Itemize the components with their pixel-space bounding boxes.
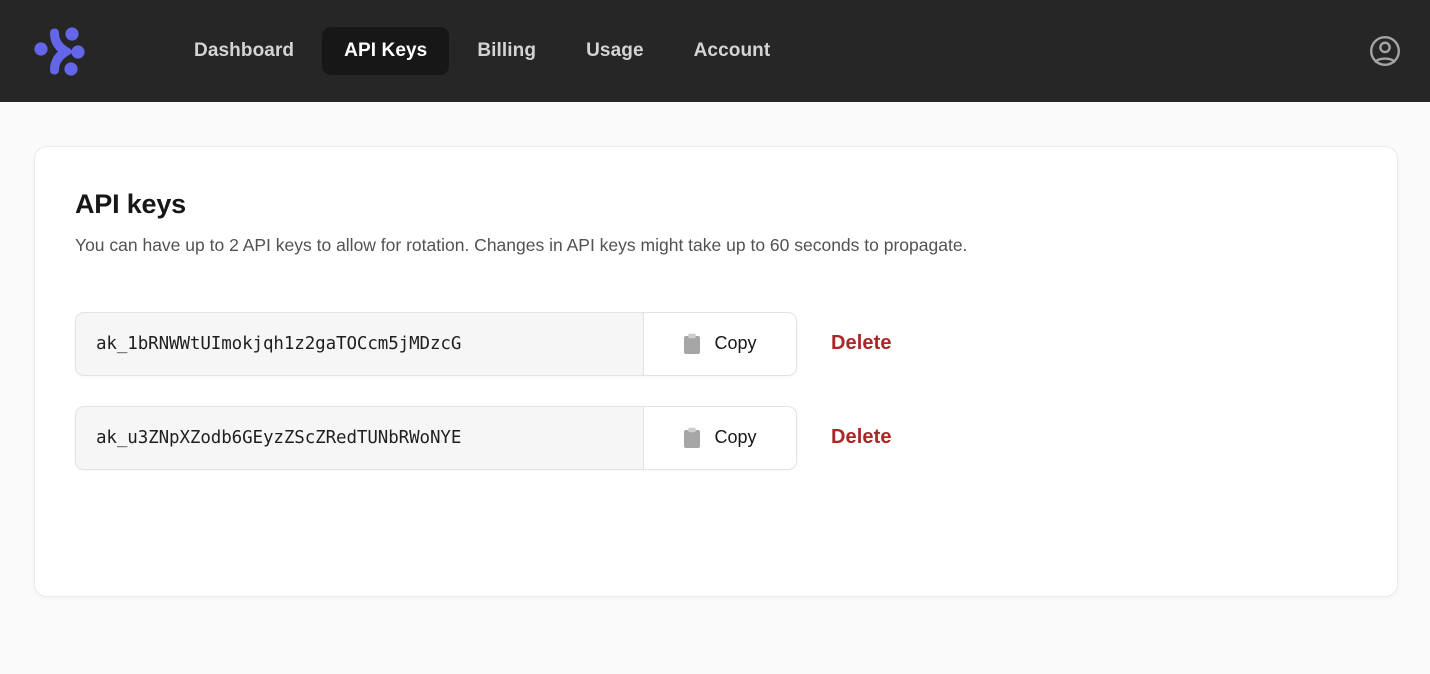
clipboard-icon (683, 427, 701, 449)
copy-button[interactable]: Copy (643, 312, 796, 375)
table-row: Copy Delete (75, 311, 1357, 376)
table-row: Copy Delete (75, 405, 1357, 470)
api-keys-list: Copy Delete Copy (75, 311, 1357, 470)
clipboard-icon-glyph (684, 333, 701, 354)
api-key-input[interactable] (76, 406, 643, 469)
clipboard-icon (683, 333, 701, 355)
account-menu-button[interactable] (1366, 32, 1404, 70)
copy-button[interactable]: Copy (643, 406, 796, 469)
nav-item-api-keys[interactable]: API Keys (322, 27, 450, 75)
nav-item-usage[interactable]: Usage (564, 27, 666, 75)
delete-button[interactable]: Delete (831, 426, 892, 449)
api-key-input[interactable] (76, 312, 643, 375)
top-navigation-bar: Dashboard API Keys Billing Usage Account (0, 0, 1430, 102)
clipboard-icon-glyph (684, 427, 701, 448)
nav-item-billing[interactable]: Billing (455, 27, 558, 75)
brand-logo-icon (34, 27, 85, 76)
user-circle-icon (1370, 36, 1400, 66)
page-content: API keys You can have up to 2 API keys t… (0, 102, 1430, 597)
copy-button-label: Copy (714, 333, 757, 354)
api-key-field-group: Copy (75, 405, 797, 470)
nav-item-account[interactable]: Account (672, 27, 793, 75)
brand-logo[interactable] (28, 19, 92, 83)
page-title: API keys (75, 189, 186, 219)
nav-item-dashboard[interactable]: Dashboard (172, 27, 316, 75)
api-key-field-group: Copy (75, 311, 797, 376)
card-description: You can have up to 2 API keys to allow f… (75, 235, 968, 255)
copy-button-label: Copy (714, 427, 757, 448)
primary-nav: Dashboard API Keys Billing Usage Account (172, 27, 792, 75)
delete-button[interactable]: Delete (831, 332, 892, 355)
api-keys-card: API keys You can have up to 2 API keys t… (34, 146, 1398, 597)
